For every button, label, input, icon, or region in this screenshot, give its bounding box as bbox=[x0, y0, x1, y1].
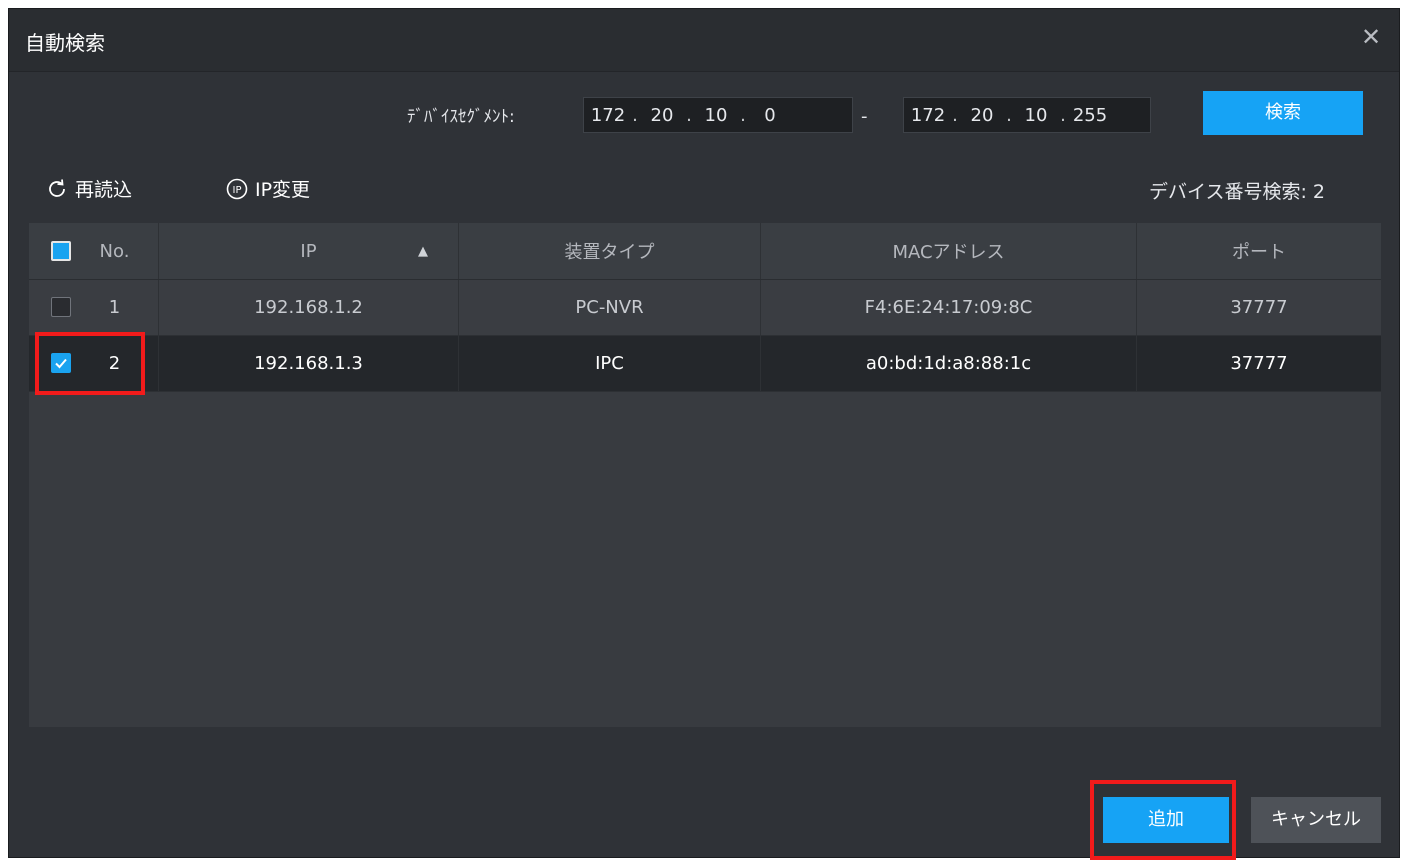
header-port[interactable]: ポート bbox=[1137, 223, 1381, 279]
title-bar: 自動検索 ✕ bbox=[9, 9, 1399, 72]
row-ip: 192.168.1.3 bbox=[159, 336, 459, 391]
row-type: IPC bbox=[459, 336, 761, 391]
svg-text:IP: IP bbox=[233, 185, 242, 196]
checkmark-icon bbox=[55, 358, 67, 369]
table-row[interactable]: 1 192.168.1.2 PC-NVR F4:6E:24:17:09:8C 3… bbox=[29, 280, 1381, 336]
row-ip: 192.168.1.2 bbox=[159, 280, 459, 335]
segment-label: ﾃﾞﾊﾞｲｽｾｸﾞﾒﾝﾄ: bbox=[407, 107, 515, 127]
close-icon[interactable]: ✕ bbox=[1357, 23, 1385, 51]
refresh-icon bbox=[49, 178, 65, 197]
end-octet-1[interactable]: 172 bbox=[904, 105, 952, 126]
device-count-label: デバイス番号検索: bbox=[1149, 181, 1307, 203]
table-row[interactable]: 2 192.168.1.3 IPC a0:bd:1d:a8:88:1c 3777… bbox=[29, 336, 1381, 392]
end-octet-4[interactable]: 255 bbox=[1066, 105, 1114, 126]
device-count: デバイス番号検索: 2 bbox=[1149, 177, 1325, 204]
start-octet-4[interactable]: 0 bbox=[746, 105, 794, 126]
row-checkbox-checked[interactable] bbox=[51, 353, 71, 373]
ip-change-label: IP変更 bbox=[255, 179, 311, 201]
refresh-button[interactable]: 再読込 bbox=[45, 175, 132, 202]
row-no-cell: 1 bbox=[29, 280, 159, 335]
start-octet-1[interactable]: 172 bbox=[584, 105, 632, 126]
header-no: No. bbox=[99, 240, 130, 262]
device-table: No. IP ▲ 装置タイプ MACアドレス ポート 1 192.168.1.2… bbox=[29, 223, 1381, 727]
search-button[interactable]: 検索 bbox=[1203, 91, 1363, 135]
sort-asc-icon: ▲ bbox=[418, 243, 428, 259]
row-no: 2 bbox=[108, 353, 121, 374]
auto-search-dialog: 自動検索 ✕ ﾃﾞﾊﾞｲｽｾｸﾞﾒﾝﾄ: 172. 20. 10. 0 - 17… bbox=[8, 8, 1400, 858]
row-no: 1 bbox=[108, 297, 121, 318]
refresh-label: 再読込 bbox=[75, 179, 133, 201]
dialog-title: 自動検索 bbox=[25, 31, 105, 55]
start-octet-3[interactable]: 10 bbox=[692, 105, 740, 126]
add-button[interactable]: 追加 bbox=[1103, 797, 1229, 843]
device-count-value: 2 bbox=[1312, 181, 1325, 203]
select-all-checkbox[interactable] bbox=[51, 241, 71, 261]
row-port: 37777 bbox=[1137, 336, 1381, 391]
segment-end-ip-field[interactable]: 172. 20. 10. 255 bbox=[903, 97, 1151, 133]
segment-start-ip-field[interactable]: 172. 20. 10. 0 bbox=[583, 97, 853, 133]
ip-change-button[interactable]: IP IP変更 bbox=[225, 175, 310, 202]
end-octet-3[interactable]: 10 bbox=[1012, 105, 1060, 126]
row-type: PC-NVR bbox=[459, 280, 761, 335]
row-port: 37777 bbox=[1137, 280, 1381, 335]
header-ip[interactable]: IP ▲ bbox=[159, 223, 459, 279]
header-device-type[interactable]: 装置タイプ bbox=[459, 223, 761, 279]
ip-icon: IP bbox=[226, 178, 248, 199]
cancel-button[interactable]: キャンセル bbox=[1251, 797, 1381, 843]
row-mac: F4:6E:24:17:09:8C bbox=[761, 280, 1137, 335]
range-separator: - bbox=[861, 106, 868, 127]
end-octet-2[interactable]: 20 bbox=[958, 105, 1006, 126]
row-mac: a0:bd:1d:a8:88:1c bbox=[761, 336, 1137, 391]
row-checkbox[interactable] bbox=[51, 297, 71, 317]
start-octet-2[interactable]: 20 bbox=[638, 105, 686, 126]
row-no-cell: 2 bbox=[29, 336, 159, 391]
header-mac[interactable]: MACアドレス bbox=[761, 223, 1137, 279]
header-no-cell: No. bbox=[29, 223, 159, 279]
table-header: No. IP ▲ 装置タイプ MACアドレス ポート bbox=[29, 223, 1381, 280]
